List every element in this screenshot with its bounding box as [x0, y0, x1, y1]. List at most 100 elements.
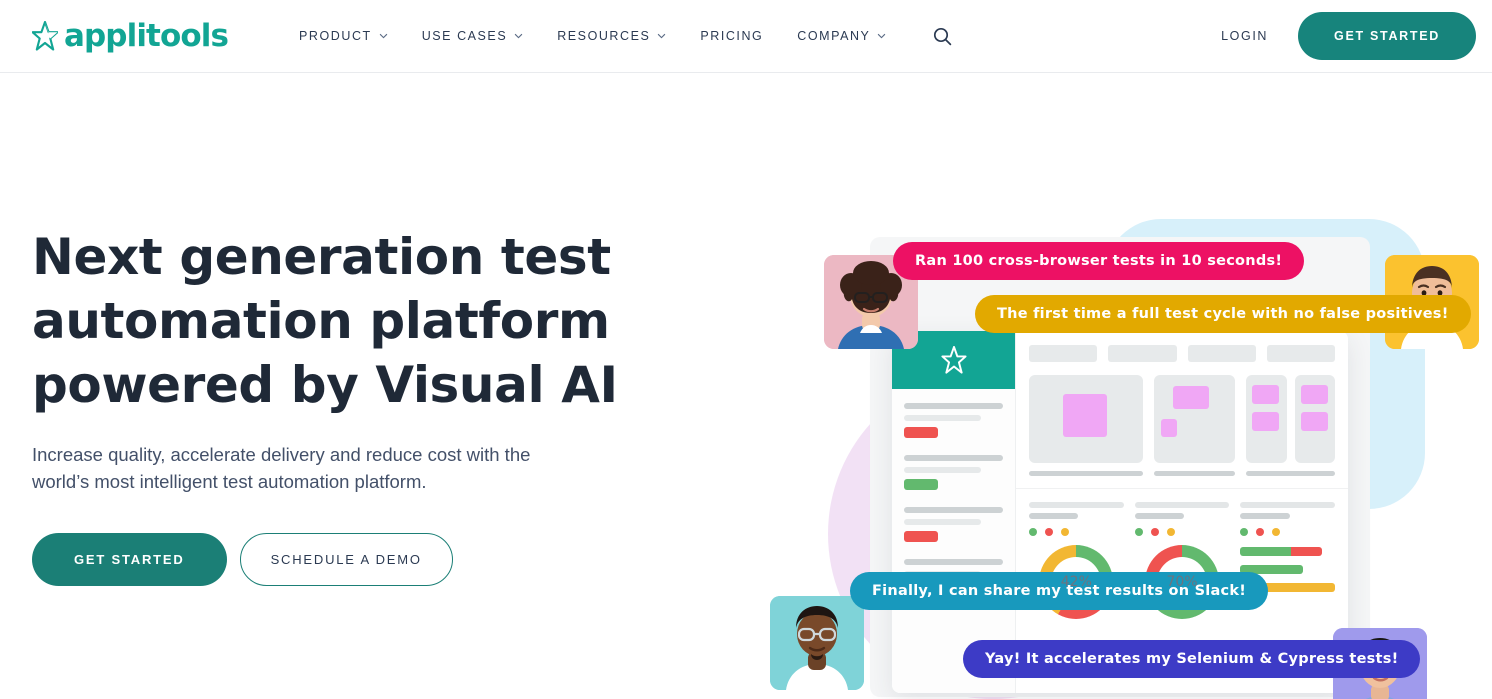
- status-dots: [1134, 528, 1230, 536]
- tab-placeholder[interactable]: [1266, 345, 1335, 362]
- avatar-man-glasses: [770, 596, 864, 690]
- chevron-down-icon: [379, 33, 388, 39]
- bubble-slack: Finally, I can share my test results on …: [850, 572, 1269, 610]
- diff-region: [1160, 419, 1177, 437]
- nav-label: PRODUCT: [299, 29, 372, 43]
- placeholder-bar: [904, 507, 1003, 513]
- tab-placeholder[interactable]: [1187, 345, 1256, 362]
- dashboard-mockup: 42% 70%: [892, 331, 1348, 693]
- dashboard-card-row: [1029, 375, 1336, 476]
- site-header: applitools PRODUCT USE CASES RESOURCES P…: [0, 0, 1492, 73]
- tab-placeholder[interactable]: [1108, 345, 1177, 362]
- card-body: [1245, 375, 1287, 463]
- search-icon: [934, 27, 952, 45]
- dashboard-main: 42% 70%: [1016, 331, 1348, 693]
- status-chip-red: [904, 427, 938, 438]
- applitools-star-icon: [32, 21, 58, 51]
- card-caption-bar: [1245, 471, 1335, 476]
- login-link[interactable]: LOGIN: [1211, 21, 1278, 51]
- header-actions: LOGIN GET STARTED: [1211, 12, 1476, 60]
- status-chip-green: [904, 479, 938, 490]
- status-chip-red: [904, 531, 938, 542]
- hero-cta-group: GET STARTED SCHEDULE A DEMO: [32, 533, 632, 586]
- bubble-cross-browser: Ran 100 cross-browser tests in 10 second…: [893, 242, 1305, 280]
- hero-section: Next generation test automation platform…: [0, 73, 1492, 699]
- mock-card-medium: [1154, 375, 1235, 476]
- placeholder-bar: [1134, 502, 1230, 508]
- status-dot-green: [1240, 528, 1249, 536]
- sidebar-group: [904, 507, 1003, 542]
- placeholder-bar: [1240, 513, 1290, 519]
- brand-name: applitools: [64, 17, 229, 54]
- brand-logo[interactable]: applitools: [32, 17, 229, 54]
- placeholder-bar: [1029, 502, 1124, 508]
- status-dot-yellow: [1061, 528, 1069, 536]
- hero-copy: Next generation test automation platform…: [32, 225, 632, 586]
- placeholder-bar: [904, 415, 982, 421]
- header-get-started-button[interactable]: GET STARTED: [1298, 12, 1476, 60]
- nav-item-company[interactable]: COMPANY: [780, 29, 903, 43]
- placeholder-bar: [904, 403, 1003, 409]
- nav-item-use-cases[interactable]: USE CASES: [405, 29, 541, 43]
- search-button[interactable]: [923, 27, 962, 46]
- status-dot-red: [1256, 528, 1265, 536]
- diff-region: [1172, 386, 1210, 410]
- donut-label: 70%: [1166, 574, 1198, 590]
- card-body: [1294, 375, 1336, 463]
- diff-region: [1300, 384, 1328, 405]
- status-dot-yellow: [1272, 528, 1281, 536]
- nav-item-resources[interactable]: RESOURCES: [540, 29, 683, 43]
- card-caption-bar: [1154, 471, 1235, 476]
- tab-placeholder[interactable]: [1029, 345, 1098, 362]
- sidebar-group: [904, 403, 1003, 438]
- hero-get-started-button[interactable]: GET STARTED: [32, 533, 227, 586]
- card-body: [1029, 375, 1144, 463]
- diff-region: [1252, 384, 1280, 405]
- bubble-selenium-cypress: Yay! It accelerates my Selenium & Cypres…: [963, 640, 1421, 678]
- dashboard-tab-row: [1029, 345, 1335, 362]
- dashboard-cards-section: [1016, 331, 1348, 489]
- status-dots: [1029, 528, 1124, 536]
- card-split-row: [1245, 375, 1336, 463]
- applitools-star-icon: [940, 346, 967, 374]
- sidebar-group: [904, 455, 1003, 490]
- card-body: [1154, 375, 1235, 463]
- nav-label: USE CASES: [421, 29, 508, 43]
- hero-illustration: 42% 70% Ran 100 cross-browser tests in 1…: [760, 147, 1492, 699]
- status-dot-green: [1134, 528, 1143, 536]
- bubble-false-positives: The first time a full test cycle with no…: [975, 295, 1471, 333]
- chevron-down-icon: [514, 33, 523, 39]
- placeholder-bar: [904, 519, 982, 525]
- main-nav: PRODUCT USE CASES RESOURCES PRICING COMP…: [282, 27, 962, 46]
- placeholder-bar: [904, 455, 1003, 461]
- placeholder-bar: [904, 559, 1003, 565]
- nav-label: PRICING: [700, 29, 764, 43]
- mock-card-wide: [1029, 375, 1144, 476]
- placeholder-bar: [1240, 502, 1336, 508]
- placeholder-bar: [1134, 513, 1184, 519]
- donut-label: 42%: [1060, 574, 1092, 590]
- diff-region: [1063, 394, 1107, 437]
- diff-region: [1300, 411, 1328, 432]
- chevron-down-icon: [658, 33, 666, 39]
- status-dot-yellow: [1166, 528, 1175, 536]
- hero-subtitle: Increase quality, accelerate delivery an…: [32, 444, 531, 492]
- placeholder-bar: [1029, 513, 1079, 519]
- card-caption-bar: [1029, 471, 1144, 476]
- nav-item-product[interactable]: PRODUCT: [282, 29, 405, 43]
- page-title: Next generation test automation platform…: [32, 228, 618, 414]
- status-dots: [1240, 528, 1335, 536]
- chevron-down-icon: [878, 33, 886, 39]
- placeholder-bar: [904, 467, 982, 473]
- horizontal-bar: [1240, 547, 1322, 556]
- status-dot-green: [1029, 528, 1037, 536]
- dashboard-sidebar: [892, 331, 1016, 693]
- status-dot-red: [1150, 528, 1159, 536]
- mock-card-split: [1245, 375, 1336, 476]
- dashboard-sidebar-items: [892, 389, 1015, 594]
- diff-region: [1252, 411, 1280, 432]
- status-dot-red: [1045, 528, 1053, 536]
- nav-label: COMPANY: [797, 29, 871, 43]
- nav-item-pricing[interactable]: PRICING: [683, 29, 780, 43]
- hero-schedule-demo-button[interactable]: SCHEDULE A DEMO: [239, 533, 453, 586]
